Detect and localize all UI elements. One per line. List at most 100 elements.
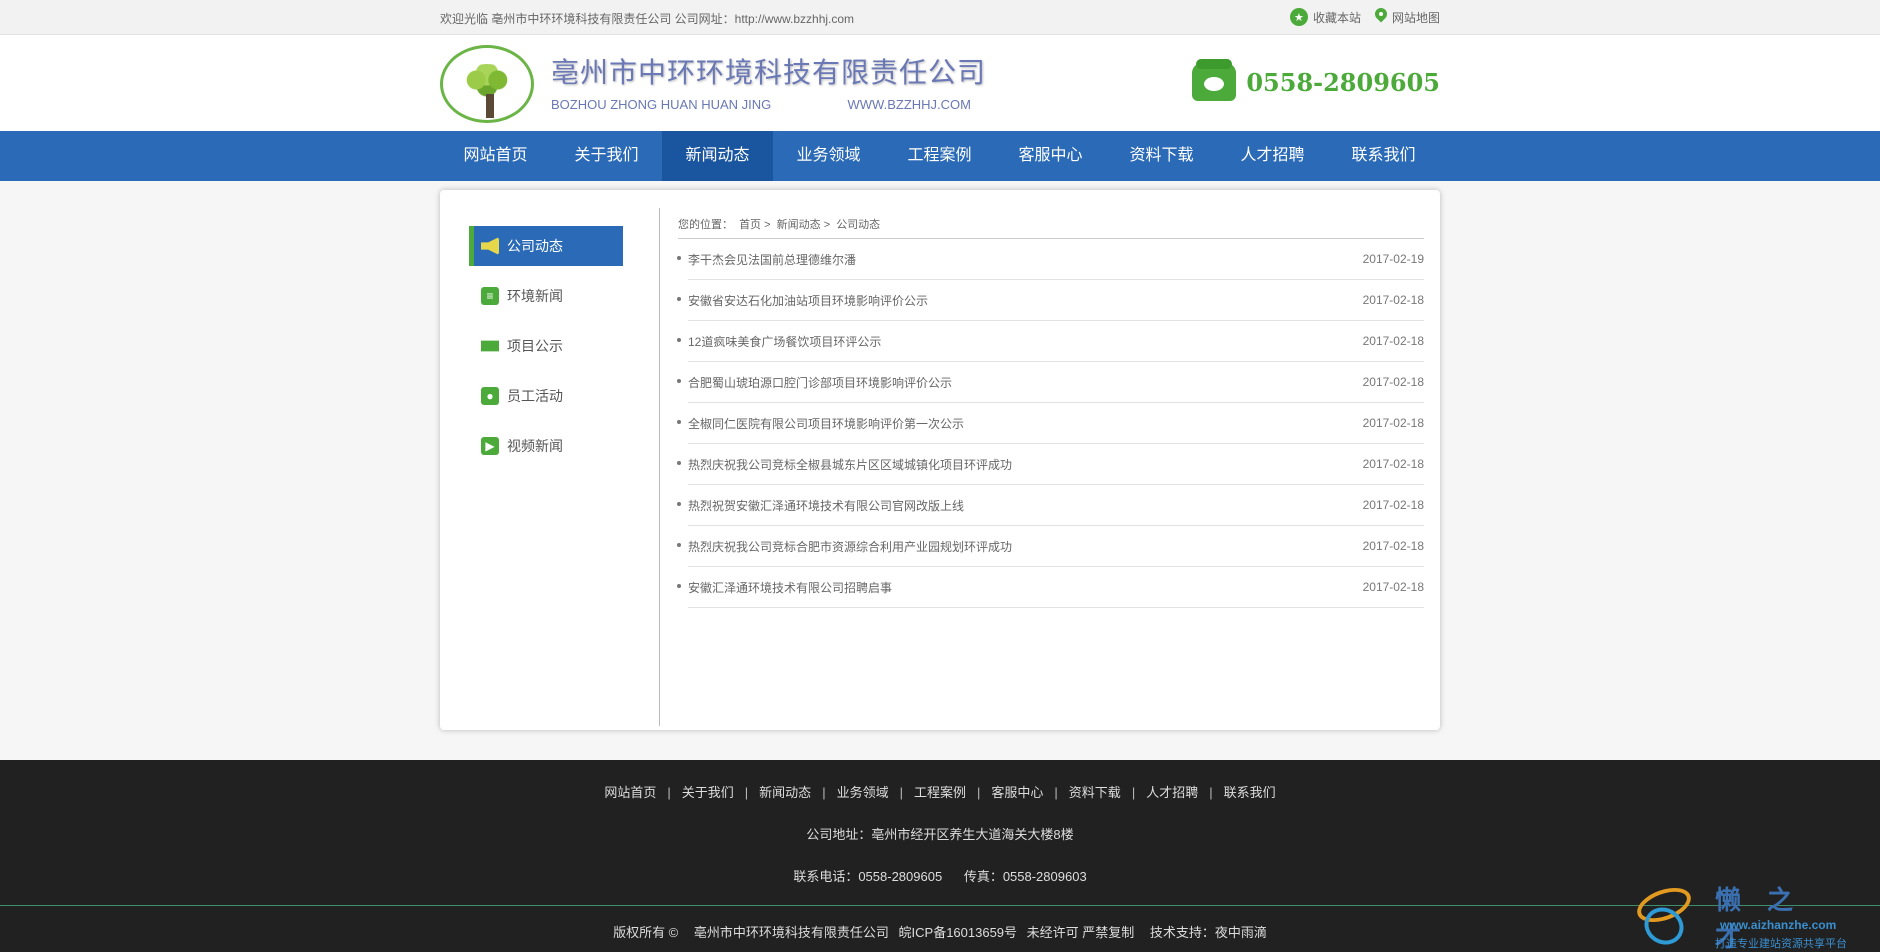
breadcrumb: 您的位置： 首页 > 新闻动态 > 公司动态 (678, 214, 1424, 239)
breadcrumb-home[interactable]: 首页 (739, 219, 761, 231)
breadcrumb-current[interactable]: 公司动态 (836, 219, 880, 231)
news-row: 12道疯味美食广场餐饮项目环评公示 2017-02-18 (676, 321, 1424, 362)
footer-nav-label: 关于我们 (681, 785, 734, 800)
footer-nav-link[interactable]: 联系我们 (1213, 785, 1287, 800)
sidebar-item-environment-news[interactable]: ≡ 环境新闻 (469, 276, 623, 316)
sidebar-item-project-notice[interactable]: 项目公示 (469, 326, 623, 366)
sidebar-item-label: 公司动态 (507, 238, 563, 254)
sitemap-label: 网站地图 (1391, 10, 1440, 25)
video-icon: ▶ (481, 437, 499, 455)
breadcrumb-separator: > (764, 219, 771, 231)
star-icon: ★ (1289, 8, 1308, 26)
news-date: 2017-02-18 (1362, 457, 1424, 471)
footer-nav-label: 客服中心 (991, 785, 1044, 800)
content-stage: 公司动态 ≡ 环境新闻 项目公示 ● 员工活动 ▶ 视频新闻 您的位置： 首页 … (0, 181, 1880, 761)
nav-item[interactable]: 业务领域 (773, 131, 884, 181)
nav-item[interactable]: 关于我们 (551, 131, 662, 181)
news-row: 安徽汇泽通环境技术有限公司招聘启事 2017-02-18 (676, 567, 1424, 608)
news-date: 2017-02-18 (1362, 334, 1424, 348)
news-title-link[interactable]: 全椒同仁医院有限公司项目环境影响评价第一次公示 (676, 415, 964, 432)
megaphone-icon (481, 237, 499, 255)
news-content: 您的位置： 首页 > 新闻动态 > 公司动态 李干杰会见法国前总理德维尔潘 201… (676, 214, 1424, 608)
news-title-link[interactable]: 热烈祝贺安徽汇泽通环境技术有限公司官网改版上线 (676, 497, 964, 514)
footer-nav-link[interactable]: 客服中心 (980, 785, 1054, 800)
tree-trunk (486, 94, 494, 118)
sidebar-item-label: 视频新闻 (507, 438, 563, 454)
welcome-text: 欢迎光临 亳州市中环环境科技有限责任公司 公司网址：http://www.bzz… (440, 12, 855, 26)
nav-item[interactable]: 人才招聘 (1217, 131, 1328, 181)
telephone-icon (1192, 59, 1237, 101)
nav-item[interactable]: 资料下载 (1106, 131, 1217, 181)
news-date: 2017-02-18 (1362, 580, 1424, 594)
sidebar-item-label: 项目公示 (507, 338, 563, 354)
main-nav: 网站首页 关于我们 新闻动态 业务领域 工程案例 客服中心 资料下载 人才招聘 联系我们 (0, 131, 1880, 181)
footer-nav-label: 工程案例 (913, 785, 966, 800)
footer-nav-label: 网站首页 (604, 785, 657, 800)
company-english-name: BOZHOU ZHONG HUAN HUAN JING (551, 97, 772, 112)
tech-support: 技术支持：夜中雨滴 (1149, 925, 1267, 940)
icp-link[interactable]: 皖ICP备16013659号 (899, 925, 1018, 940)
news-title-link[interactable]: 热烈庆祝我公司竞标全椒县城东片区区域城镇化项目环评成功 (676, 456, 1012, 473)
news-title-link[interactable]: 12道疯味美食广场餐饮项目环评公示 (676, 333, 881, 350)
news-title-link[interactable]: 安徽汇泽通环境技术有限公司招聘启事 (676, 579, 892, 596)
breadcrumb-section[interactable]: 新闻动态 (777, 219, 821, 231)
news-row: 安徽省安达石化加油站项目环境影响评价公示 2017-02-18 (676, 280, 1424, 321)
copyright-company: 亳州市中环环境科技有限责任公司 (693, 925, 889, 940)
footer-fax: 传真：0558-2809603 (963, 869, 1087, 884)
footer-divider (0, 905, 1880, 906)
company-subtitle: BOZHOU ZHONG HUAN HUAN JING WWW.BZZHHJ.C… (551, 97, 971, 112)
footer-nav-link[interactable]: 新闻动态 (748, 785, 822, 800)
breadcrumb-prefix: 您的位置： (678, 219, 733, 231)
nav-list: 网站首页 关于我们 新闻动态 业务领域 工程案例 客服中心 资料下载 人才招聘 联系我们 (440, 131, 1440, 181)
nav-item[interactable]: 工程案例 (884, 131, 995, 181)
sidebar-item-video-news[interactable]: ▶ 视频新闻 (469, 426, 623, 466)
footer-nav-link[interactable]: 网站首页 (593, 785, 667, 800)
nav-item[interactable]: 网站首页 (440, 131, 551, 181)
vertical-divider (659, 208, 660, 726)
nav-item[interactable]: 新闻动态 (662, 131, 773, 181)
sitemap-link[interactable]: 网站地图 (1375, 8, 1440, 26)
footer-address: 公司地址：亳州市经开区养生大道海关大楼8楼 (806, 827, 1074, 842)
sidebar-item-label: 环境新闻 (507, 288, 563, 304)
news-title-link[interactable]: 安徽省安达石化加油站项目环境影响评价公示 (676, 292, 928, 309)
watermark: 懒之才 www.aizhanzhe.com 打造专业建站资源共享平台 (1630, 880, 1870, 952)
site-header: 亳州市中环环境科技有限责任公司 BOZHOU ZHONG HUAN HUAN J… (0, 35, 1880, 131)
footer-nav-link[interactable]: 关于我们 (671, 785, 745, 800)
content-panel: 公司动态 ≡ 环境新闻 项目公示 ● 员工活动 ▶ 视频新闻 您的位置： 首页 … (440, 190, 1440, 730)
sidebar-item-staff-activity[interactable]: ● 员工活动 (469, 376, 623, 416)
sidebar-item-label: 员工活动 (507, 388, 563, 404)
news-title-link[interactable]: 热烈庆祝我公司竞标合肥市资源综合利用产业园规划环评成功 (676, 538, 1012, 555)
footer-nav-link[interactable]: 业务领域 (826, 785, 900, 800)
favorite-link[interactable]: ★ 收藏本站 (1289, 8, 1361, 26)
news-date: 2017-02-18 (1362, 498, 1424, 512)
news-row: 李干杰会见法国前总理德维尔潘 2017-02-19 (676, 239, 1424, 280)
hotline-number: 0558-2809605 (1246, 67, 1440, 97)
news-date: 2017-02-19 (1362, 252, 1424, 266)
news-row: 全椒同仁医院有限公司项目环境影响评价第一次公示 2017-02-18 (676, 403, 1424, 444)
people-icon: ● (481, 387, 499, 405)
news-row: 热烈祝贺安徽汇泽通环境技术有限公司官网改版上线 2017-02-18 (676, 485, 1424, 526)
news-date: 2017-02-18 (1362, 416, 1424, 430)
company-name: 亳州市中环环境科技有限责任公司 (551, 56, 987, 89)
news-row: 热烈庆祝我公司竞标合肥市资源综合利用产业园规划环评成功 2017-02-18 (676, 526, 1424, 567)
footer-nav-label: 新闻动态 (759, 785, 812, 800)
footer-nav-label: 业务领域 (836, 785, 889, 800)
nav-item[interactable]: 客服中心 (995, 131, 1106, 181)
hotline: 0558-2809605 (1192, 59, 1440, 101)
news-title-link[interactable]: 李干杰会见法国前总理德维尔潘 (676, 251, 856, 268)
company-url: WWW.BZZHHJ.COM (847, 97, 971, 112)
news-title-link[interactable]: 合肥蜀山琥珀源口腔门诊部项目环境影响评价公示 (676, 374, 952, 391)
top-links: ★ 收藏本站 网站地图 (1289, 8, 1440, 26)
logo-tree-icon[interactable] (440, 45, 534, 123)
sidebar-item-company-news[interactable]: 公司动态 (469, 226, 623, 266)
footer-nav-link[interactable]: 资料下载 (1058, 785, 1132, 800)
footer-nav-link[interactable]: 人才招聘 (1135, 785, 1209, 800)
news-row: 合肥蜀山琥珀源口腔门诊部项目环境影响评价公示 2017-02-18 (676, 362, 1424, 403)
news-date: 2017-02-18 (1362, 293, 1424, 307)
logo-text: 亳州市中环环境科技有限责任公司 BOZHOU ZHONG HUAN HUAN J… (551, 51, 986, 112)
footer-nav-label: 人才招聘 (1146, 785, 1199, 800)
footer-nav-link[interactable]: 工程案例 (903, 785, 977, 800)
watermark-url: www.aizhanzhe.com (1720, 918, 1837, 932)
nav-item[interactable]: 联系我们 (1328, 131, 1439, 181)
news-list: 李干杰会见法国前总理德维尔潘 2017-02-19 安徽省安达石化加油站项目环境影响… (676, 239, 1424, 608)
